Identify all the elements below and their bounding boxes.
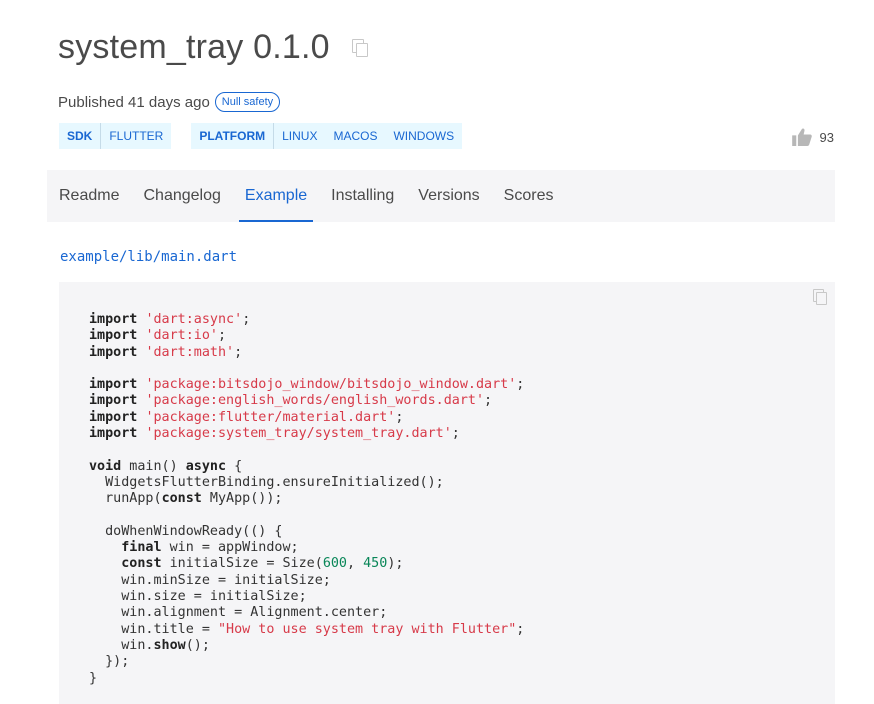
tab-readme[interactable]: Readme: [47, 170, 131, 222]
example-file-path[interactable]: example/lib/main.dart: [60, 249, 237, 265]
code-line: import 'package:flutter/material.dart';: [89, 409, 404, 425]
code-line: void main() async {: [89, 458, 243, 474]
code-line: win.size = initialSize;: [89, 589, 307, 605]
null-safety-badge[interactable]: Null safety: [214, 92, 281, 112]
code-line: import 'package:english_words/english_wo…: [89, 393, 493, 409]
code-line: const initialSize = Size(600, 450);: [121, 556, 404, 572]
code-line: doWhenWindowReady(() {: [89, 523, 283, 539]
code-block: import 'dart:async'; import 'dart:io'; i…: [59, 282, 835, 704]
code-line: win.show();: [89, 637, 210, 653]
likes-count: 93: [819, 129, 834, 145]
package-header: system_tray 0.1.0: [58, 28, 368, 67]
package-tabs: Readme Changelog Example Installing Vers…: [47, 170, 835, 222]
code-content: import 'dart:async'; import 'dart:io'; i…: [89, 312, 524, 687]
code-line: }: [89, 670, 98, 686]
tag-sdk[interactable]: SDK: [59, 123, 102, 149]
tab-changelog[interactable]: Changelog: [131, 170, 232, 222]
tag-macos[interactable]: MACOS: [325, 123, 385, 149]
thumbs-up-icon[interactable]: [791, 128, 812, 146]
tag-platform[interactable]: PLATFORM: [191, 123, 275, 149]
code-line: final win = appWindow;: [121, 540, 299, 556]
published-text: Published 41 days ago: [58, 93, 210, 111]
tab-scores[interactable]: Scores: [492, 170, 566, 222]
code-line: });: [89, 654, 130, 670]
tag-flutter[interactable]: FLUTTER: [101, 123, 171, 149]
likes[interactable]: 93: [791, 128, 834, 146]
code-line: win.alignment = Alignment.center;: [89, 605, 388, 621]
package-title: system_tray 0.1.0: [58, 28, 330, 66]
code-line: runApp(const MyApp());: [89, 491, 283, 507]
code-line: win.minSize = initialSize;: [89, 572, 331, 588]
code-line: import 'dart:io';: [89, 328, 227, 344]
tag-group-sdk: SDK FLUTTER: [59, 123, 172, 149]
code-line: import 'dart:math';: [89, 344, 243, 360]
tab-example[interactable]: Example: [233, 170, 319, 222]
tab-versions[interactable]: Versions: [406, 170, 491, 222]
tab-installing[interactable]: Installing: [319, 170, 406, 222]
code-line: import 'dart:async';: [89, 312, 251, 327]
tag-linux[interactable]: LINUX: [274, 123, 325, 149]
tag-list: SDK FLUTTER PLATFORM LINUX MACOS WINDOWS: [59, 123, 482, 149]
published-info: Published 41 days ago Null safety: [58, 92, 281, 112]
tag-group-platform: PLATFORM LINUX MACOS WINDOWS: [191, 123, 463, 149]
copy-icon[interactable]: [813, 289, 827, 305]
copy-icon[interactable]: [351, 38, 368, 57]
code-line: WidgetsFlutterBinding.ensureInitialized(…: [89, 474, 444, 490]
code-line: import 'package:bitsdojo_window/bitsdojo…: [89, 377, 525, 393]
code-line: import 'package:system_tray/system_tray.…: [89, 426, 460, 442]
tag-windows[interactable]: WINDOWS: [385, 123, 462, 149]
code-line: win.title = "How to use system tray with…: [89, 621, 525, 637]
